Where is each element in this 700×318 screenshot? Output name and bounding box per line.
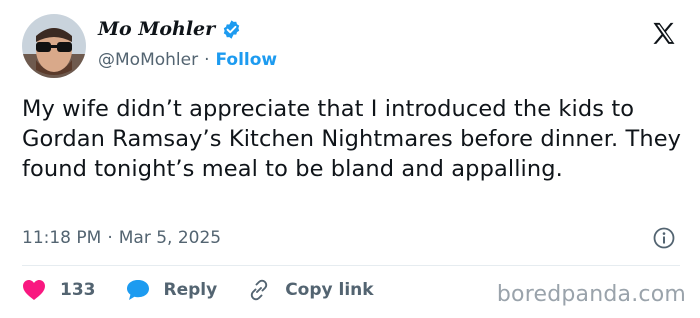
divider	[22, 265, 680, 266]
watermark: boredpanda.com	[496, 282, 686, 307]
action-bar: 133 Reply Copy link	[22, 278, 404, 302]
follow-button[interactable]: Follow	[216, 50, 278, 70]
reply-button[interactable]: Reply	[126, 279, 218, 301]
link-icon	[250, 279, 268, 301]
reply-bubble-icon	[126, 280, 149, 300]
tweet-date[interactable]: Mar 5, 2025	[119, 228, 221, 248]
x-logo-icon[interactable]	[650, 20, 678, 48]
tweet-meta: 11:18 PM · Mar 5, 2025	[22, 226, 682, 250]
heart-icon	[23, 280, 45, 300]
author-handle[interactable]: @MoMohler	[98, 50, 198, 70]
tweet-header: Mo Mohler @MoMohler · Follow	[22, 14, 682, 78]
like-count: 133	[60, 280, 96, 300]
reply-label: Reply	[163, 280, 218, 300]
copy-link-label: Copy link	[285, 280, 374, 300]
like-button[interactable]: 133	[22, 279, 96, 301]
info-icon[interactable]	[652, 226, 676, 250]
avatar[interactable]	[22, 14, 86, 78]
author-display-name[interactable]: Mo Mohler	[98, 18, 215, 40]
copy-link-button[interactable]: Copy link	[247, 278, 374, 302]
verified-badge-icon	[221, 19, 242, 40]
tweet-text: My wife didn’t appreciate that I introdu…	[22, 96, 682, 182]
meta-separator: ·	[107, 228, 113, 248]
handle-separator: ·	[204, 50, 210, 70]
tweet-time[interactable]: 11:18 PM	[22, 228, 101, 248]
